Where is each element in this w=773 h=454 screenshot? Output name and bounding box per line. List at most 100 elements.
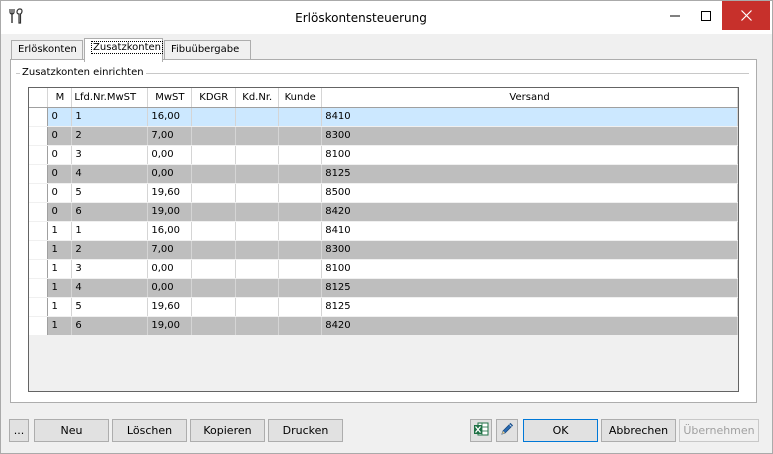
row-header[interactable] <box>29 183 49 203</box>
cell-kdgr[interactable] <box>191 278 237 298</box>
cell-kunde[interactable] <box>278 278 323 298</box>
cell-lfd-nr[interactable]: 3 <box>71 259 149 279</box>
row-header[interactable] <box>29 145 49 165</box>
cancel-button[interactable]: Abbrechen <box>601 419 676 442</box>
cell-kunde[interactable] <box>278 259 323 279</box>
cell-mwst[interactable]: 19,60 <box>147 297 193 317</box>
cell-versand[interactable]: 8125 <box>321 164 738 184</box>
cell-m[interactable]: 0 <box>47 183 73 203</box>
row-header[interactable] <box>29 221 49 241</box>
table-row[interactable]: 1 2 7,00 8300 <box>29 240 738 260</box>
cell-kunde[interactable] <box>278 316 323 336</box>
tab-zusatzkonten[interactable]: Zusatzkonten <box>84 38 163 62</box>
column-header-lfd-nr-mwst[interactable]: Lfd.Nr.MwST <box>71 88 149 108</box>
cell-kd-nr[interactable] <box>235 164 280 184</box>
table-row[interactable]: 0 5 19,60 8500 <box>29 183 738 203</box>
print-button[interactable]: Drucken <box>268 419 343 442</box>
apply-button[interactable]: Übernehmen <box>679 419 759 442</box>
column-header-kd-nr[interactable]: Kd.Nr. <box>235 88 280 108</box>
cell-versand[interactable]: 8420 <box>321 202 738 222</box>
row-header[interactable] <box>29 259 49 279</box>
column-header-m[interactable]: M <box>47 88 73 108</box>
cell-kunde[interactable] <box>278 183 323 203</box>
column-header-mwst[interactable]: MwST <box>147 88 193 108</box>
table-row[interactable]: 0 2 7,00 8300 <box>29 126 738 146</box>
cell-m[interactable]: 1 <box>47 316 73 336</box>
row-header[interactable] <box>29 202 49 222</box>
cell-kd-nr[interactable] <box>235 202 280 222</box>
cell-m[interactable]: 1 <box>47 259 73 279</box>
column-header-kunde[interactable]: Kunde <box>278 88 323 108</box>
column-header-versand[interactable]: Versand <box>321 88 738 108</box>
tab-erloeskonten[interactable]: Erlöskonten <box>11 40 83 61</box>
cell-versand[interactable]: 8100 <box>321 259 738 279</box>
cell-versand[interactable]: 8500 <box>321 183 738 203</box>
cell-mwst[interactable]: 19,00 <box>147 316 193 336</box>
cell-versand[interactable]: 8410 <box>321 107 738 127</box>
cell-kd-nr[interactable] <box>235 126 280 146</box>
cell-m[interactable]: 1 <box>47 221 73 241</box>
delete-button[interactable]: Löschen <box>112 419 187 442</box>
table-row[interactable]: 1 3 0,00 8100 <box>29 259 738 279</box>
more-button[interactable]: ... <box>9 419 29 442</box>
table-row[interactable]: 1 5 19,60 8125 <box>29 297 738 317</box>
cell-lfd-nr[interactable]: 2 <box>71 240 149 260</box>
cell-lfd-nr[interactable]: 4 <box>71 278 149 298</box>
title-bar[interactable]: Erlöskontensteuerung <box>1 1 772 34</box>
cell-kdgr[interactable] <box>191 316 237 336</box>
new-button[interactable]: Neu <box>34 419 109 442</box>
cell-kd-nr[interactable] <box>235 221 280 241</box>
cell-m[interactable]: 0 <box>47 107 73 127</box>
cell-kdgr[interactable] <box>191 164 237 184</box>
cell-kd-nr[interactable] <box>235 278 280 298</box>
close-button[interactable] <box>722 1 770 30</box>
row-header[interactable] <box>29 316 49 336</box>
cell-kunde[interactable] <box>278 164 323 184</box>
cell-versand[interactable]: 8410 <box>321 221 738 241</box>
cell-kunde[interactable] <box>278 240 323 260</box>
table-row[interactable]: 0 3 0,00 8100 <box>29 145 738 165</box>
cell-kdgr[interactable] <box>191 259 237 279</box>
cell-kdgr[interactable] <box>191 221 237 241</box>
ok-button[interactable]: OK <box>523 419 598 442</box>
row-header[interactable] <box>29 126 49 146</box>
cell-mwst[interactable]: 0,00 <box>147 145 193 165</box>
cell-lfd-nr[interactable]: 5 <box>71 183 149 203</box>
cell-lfd-nr[interactable]: 4 <box>71 164 149 184</box>
cell-kd-nr[interactable] <box>235 316 280 336</box>
table-row[interactable]: 1 1 16,00 8410 <box>29 221 738 241</box>
accounts-grid[interactable]: M Lfd.Nr.MwST MwST KDGR Kd.Nr. Kunde Ver… <box>28 87 739 392</box>
cell-mwst[interactable]: 16,00 <box>147 107 193 127</box>
table-row[interactable]: 1 6 19,00 8420 <box>29 316 738 336</box>
cell-versand[interactable]: 8300 <box>321 126 738 146</box>
cell-kunde[interactable] <box>278 202 323 222</box>
cell-kdgr[interactable] <box>191 145 237 165</box>
cell-kunde[interactable] <box>278 145 323 165</box>
cell-versand[interactable]: 8125 <box>321 278 738 298</box>
cell-kd-nr[interactable] <box>235 240 280 260</box>
table-row[interactable]: 0 4 0,00 8125 <box>29 164 738 184</box>
cell-kd-nr[interactable] <box>235 145 280 165</box>
cell-lfd-nr[interactable]: 3 <box>71 145 149 165</box>
row-header[interactable] <box>29 240 49 260</box>
cell-kunde[interactable] <box>278 107 323 127</box>
table-row[interactable]: 0 1 16,00 8410 <box>29 107 738 127</box>
maximize-button[interactable] <box>686 1 726 30</box>
cell-versand[interactable]: 8100 <box>321 145 738 165</box>
cell-kd-nr[interactable] <box>235 107 280 127</box>
cell-kdgr[interactable] <box>191 183 237 203</box>
cell-kdgr[interactable] <box>191 240 237 260</box>
cell-m[interactable]: 0 <box>47 126 73 146</box>
cell-m[interactable]: 0 <box>47 145 73 165</box>
excel-export-button[interactable] <box>470 419 492 442</box>
cell-mwst[interactable]: 19,00 <box>147 202 193 222</box>
cell-versand[interactable]: 8125 <box>321 297 738 317</box>
cell-mwst[interactable]: 19,60 <box>147 183 193 203</box>
cell-kunde[interactable] <box>278 297 323 317</box>
cell-m[interactable]: 1 <box>47 297 73 317</box>
row-header[interactable] <box>29 164 49 184</box>
row-header[interactable] <box>29 297 49 317</box>
cell-versand[interactable]: 8420 <box>321 316 738 336</box>
cell-mwst[interactable]: 7,00 <box>147 126 193 146</box>
row-header[interactable] <box>29 278 49 298</box>
